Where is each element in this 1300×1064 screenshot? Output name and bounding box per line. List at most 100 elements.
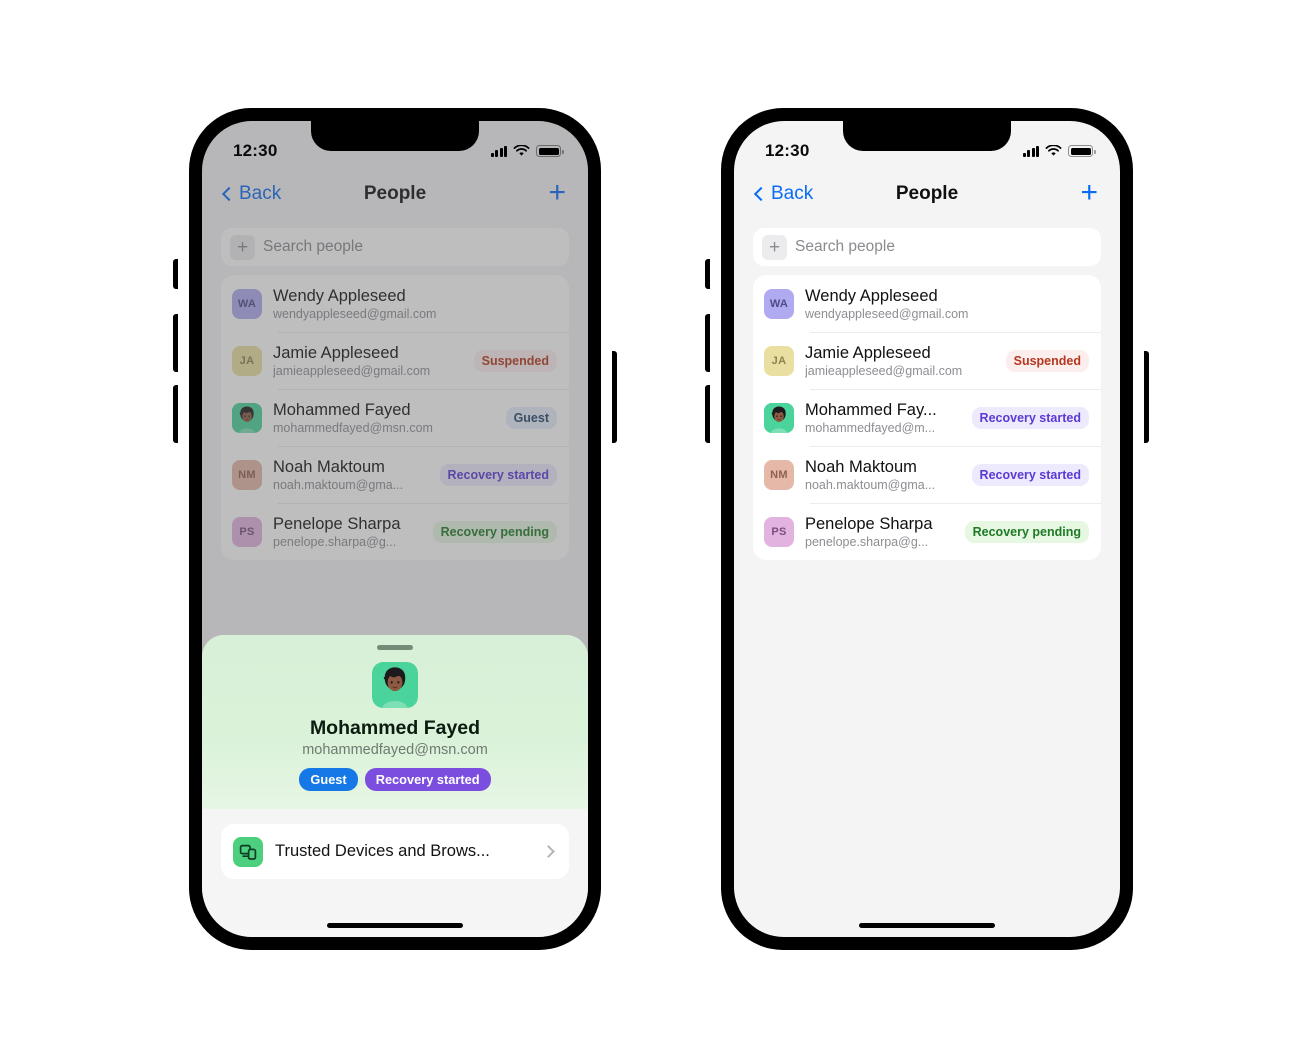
person-status-pills: Guest Recovery started <box>202 768 588 791</box>
person-info: Noah Maktoum noah.maktoum@gma... <box>805 457 961 493</box>
power-button[interactable] <box>612 351 617 443</box>
list-item[interactable]: NM Noah Maktoum noah.maktoum@gma... Recover… <box>221 446 569 503</box>
avatar: NM <box>764 459 794 490</box>
volume-down-button[interactable] <box>173 385 178 443</box>
person-name: Mohammed Fay... <box>805 400 937 419</box>
list-item[interactable]: WA Wendy Appleseed wendyappleseed@gmail.co… <box>221 275 569 332</box>
person-email: mohammedfayed@m... <box>805 421 936 436</box>
back-button-label: Back <box>771 183 814 204</box>
people-list-area: WA Wendy Appleseed wendyappleseed@gmail.co… <box>734 275 1120 560</box>
person-info: Noah Maktoum noah.maktoum@gma... <box>273 457 429 493</box>
plus-icon[interactable]: + <box>230 234 255 260</box>
power-button[interactable] <box>1144 351 1149 443</box>
person-email: penelope.sharpa@g... <box>273 535 397 550</box>
mute-switch[interactable] <box>173 259 178 289</box>
add-person-button[interactable]: + <box>1080 178 1098 208</box>
home-indicator[interactable] <box>859 923 995 928</box>
avatar: WA <box>764 288 794 319</box>
cellular-bars-icon <box>490 145 507 157</box>
notch <box>843 121 1011 151</box>
avatar <box>372 662 418 708</box>
person-email: jamieappleseed@gmail.com <box>805 364 963 379</box>
avatar <box>764 402 794 433</box>
avatar: JA <box>764 345 794 376</box>
sheet-body: Trusted Devices and Brows... <box>202 809 588 937</box>
person-email: noah.maktoum@gma... <box>805 478 936 493</box>
sheet-grabber[interactable] <box>377 645 413 650</box>
volume-up-button[interactable] <box>705 314 710 372</box>
volume-down-button[interactable] <box>705 385 710 443</box>
list-item[interactable]: Mohammed Fayed mohammedfayed@msn.com Guest <box>221 389 569 446</box>
status-bar-icons <box>490 145 564 157</box>
battery-icon <box>536 145 564 157</box>
person-name: Jamie Appleseed <box>805 343 931 362</box>
person-name: Wendy Appleseed <box>273 286 406 305</box>
people-list: WA Wendy Appleseed wendyappleseed@gmail.co… <box>753 275 1101 560</box>
list-item[interactable]: NM Noah Maktoum noah.maktoum@gma... Recover… <box>753 446 1101 503</box>
status-badge: Recovery pending <box>432 520 557 543</box>
status-badge: Recovery started <box>439 463 557 486</box>
chevron-left-icon <box>753 186 769 202</box>
person-email: wendyappleseed@gmail.com <box>805 307 969 322</box>
search-input[interactable]: + Search people <box>753 228 1101 266</box>
avatar: WA <box>232 288 262 319</box>
search-placeholder: Search people <box>795 238 895 255</box>
status-bar-icons <box>1022 145 1096 157</box>
person-info: Wendy Appleseed wendyappleseed@gmail.com <box>805 286 1089 322</box>
person-info: Mohammed Fayed mohammedfayed@msn.com <box>273 400 495 436</box>
home-indicator[interactable] <box>327 923 463 928</box>
devices-and-browsers-icon <box>233 836 263 867</box>
trusted-devices-and-browsers-row[interactable]: Trusted Devices and Brows... <box>221 824 569 879</box>
avatar: JA <box>232 345 262 376</box>
person-email: noah.maktoum@gma... <box>273 478 404 493</box>
cellular-bars-icon <box>1022 145 1039 157</box>
notch <box>311 121 479 151</box>
person-info: Mohammed Fay... mohammedfayed@m... <box>805 400 961 436</box>
person-info: Wendy Appleseed wendyappleseed@gmail.com <box>273 286 557 322</box>
person-name: Mohammed Fayed <box>309 717 481 739</box>
status-pill[interactable]: Recovery started <box>364 768 491 791</box>
list-item[interactable]: PS Penelope Sharpa penelope.sharpa@g... Rec… <box>221 503 569 560</box>
search-area: + Search people <box>734 217 1120 275</box>
volume-up-button[interactable] <box>173 314 178 372</box>
person-info: Penelope Sharpa penelope.sharpa@g... <box>273 514 422 550</box>
plus-icon[interactable]: + <box>762 234 787 260</box>
status-bar-clock: 12:30 <box>765 141 810 160</box>
chevron-right-icon <box>542 845 555 858</box>
back-button[interactable]: Back <box>221 183 281 205</box>
nav-bar: Back People + <box>734 171 1120 217</box>
person-email: penelope.sharpa@g... <box>805 535 929 550</box>
person-info: Penelope Sharpa penelope.sharpa@g... <box>805 514 954 550</box>
chevron-left-icon <box>221 186 237 202</box>
person-detail-sheet: Mohammed Fayed mohammedfayed@msn.com Gue… <box>202 635 588 937</box>
person-name: Mohammed Fayed <box>273 400 411 419</box>
list-item[interactable]: Mohammed Fay... mohammedfayed@m... Recover… <box>753 389 1101 446</box>
search-area: + Search people <box>202 217 588 275</box>
person-name: Noah Maktoum <box>273 457 385 476</box>
list-item[interactable]: WA Wendy Appleseed wendyappleseed@gmail.co… <box>753 275 1101 332</box>
status-badge: Recovery started <box>971 463 1089 486</box>
back-button[interactable]: Back <box>753 183 814 205</box>
person-name: Noah Maktoum <box>805 457 917 476</box>
list-item[interactable]: JA Jamie Appleseed jamieappleseed@gmail.co… <box>753 332 1101 389</box>
status-badge: Guest <box>505 406 557 429</box>
person-name: Jamie Appleseed <box>273 343 399 362</box>
status-bar-clock: 12:30 <box>233 141 278 160</box>
sheet-hero: Mohammed Fayed mohammedfayed@msn.com Gue… <box>202 635 588 809</box>
trusted-devices-label: Trusted Devices and Brows... <box>275 842 490 860</box>
wifi-icon <box>1045 145 1062 156</box>
list-item[interactable]: JA Jamie Appleseed jamieappleseed@gmail.co… <box>221 332 569 389</box>
list-item[interactable]: PS Penelope Sharpa penelope.sharpa@g... Rec… <box>753 503 1101 560</box>
add-person-button[interactable]: + <box>548 178 566 208</box>
avatar <box>232 402 262 433</box>
person-name: Wendy Appleseed <box>805 286 938 305</box>
person-name: Penelope Sharpa <box>805 514 933 533</box>
search-placeholder: Search people <box>263 238 363 255</box>
people-list: WA Wendy Appleseed wendyappleseed@gmail.co… <box>221 275 569 560</box>
status-pill[interactable]: Guest <box>299 768 358 791</box>
status-badge: Recovery started <box>971 406 1089 429</box>
person-name: Penelope Sharpa <box>273 514 401 533</box>
mute-switch[interactable] <box>705 259 710 289</box>
search-input[interactable]: + Search people <box>221 228 569 266</box>
screen-left: 12:30 Back People + + Search people WA W… <box>202 121 588 937</box>
